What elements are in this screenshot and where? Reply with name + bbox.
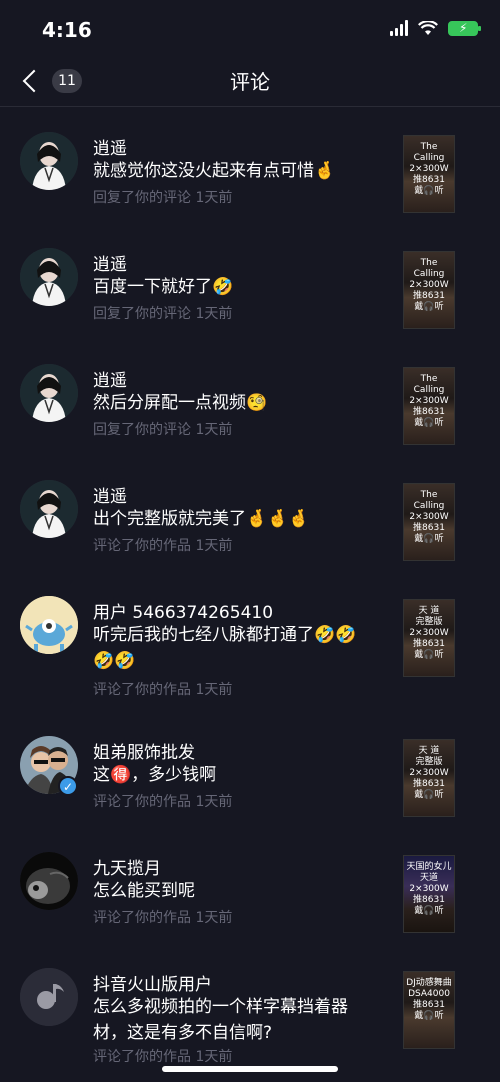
- thumb-line: 2×300W: [409, 512, 449, 522]
- signal-icon: [390, 20, 408, 36]
- list-item[interactable]: 九天揽月 怎么能买到呢 评论了你的作品 1天前 天国的女儿 天道 2×300W …: [0, 827, 500, 943]
- user-name[interactable]: 逍遥: [93, 366, 127, 391]
- status-icons: ⚡: [390, 20, 481, 36]
- home-indicator[interactable]: [162, 1066, 338, 1072]
- comment-meta: 评论了你的作品 1天前: [93, 910, 233, 926]
- video-thumbnail[interactable]: The Calling 2×300W 推8631 戴🎧听: [403, 367, 455, 445]
- thumb-line: 2×300W: [409, 280, 449, 290]
- comment-meta: 评论了你的作品 1天前: [93, 682, 233, 698]
- thumb-line: The Calling: [413, 374, 445, 395]
- thumb-line: 戴🎧听: [414, 534, 444, 544]
- thumb-line: 推8631: [413, 895, 445, 905]
- comment-text: 然后分屏配一点视频🧐: [93, 393, 268, 413]
- thumb-line: 推8631: [413, 639, 445, 649]
- avatar[interactable]: [20, 596, 78, 654]
- thumb-line: 戴🎧听: [414, 1011, 444, 1021]
- default-avatar-icon: [20, 968, 78, 1026]
- comment-text: 怎么能买到呢: [93, 881, 195, 901]
- video-thumbnail[interactable]: 天 道 完整版 2×300W 推8631 戴🎧听: [403, 599, 455, 677]
- user-name[interactable]: 九天揽月: [93, 854, 161, 879]
- avatar-image: [20, 852, 78, 910]
- comment-text: 这🉐，多少钱啊: [93, 765, 217, 785]
- avatar-image: [20, 364, 78, 422]
- verified-badge-icon: ✓: [58, 776, 78, 796]
- status-bar: 4:16 ⚡: [0, 0, 500, 60]
- thumb-line: 天 道: [418, 746, 440, 756]
- avatar-image: [20, 248, 78, 306]
- thumb-line: 2×300W: [409, 628, 449, 638]
- thumb-line: 推8631: [413, 175, 445, 185]
- thumb-line: 戴🎧听: [414, 418, 444, 428]
- comment-meta: 回复了你的评论 1天前: [93, 190, 233, 206]
- thumb-line: 2×300W: [409, 884, 449, 894]
- video-thumbnail[interactable]: 天国的女儿 天道 2×300W 推8631 戴🎧听: [403, 855, 455, 933]
- thumb-line: 戴🎧听: [414, 650, 444, 660]
- comment-text: 听完后我的七经八脉都打通了🤣🤣🤣🤣: [93, 625, 357, 671]
- thumb-line: The Calling: [413, 142, 445, 163]
- thumb-line: DSA4000: [408, 989, 450, 999]
- comment-text: 怎么多视频拍的一个样字幕挡着器材，这是有多不自信啊?: [93, 997, 348, 1043]
- list-item[interactable]: 逍遥 百度一下就好了🤣 回复了你的评论 1天前 The Calling 2×30…: [0, 223, 500, 339]
- video-thumbnail[interactable]: The Calling 2×300W 推8631 戴🎧听: [403, 135, 455, 213]
- thumb-line: 戴🎧听: [414, 906, 444, 916]
- avatar[interactable]: [20, 852, 78, 910]
- list-item[interactable]: 逍遥 出个完整版就完美了🤞🤞🤞 评论了你的作品 1天前 The Calling …: [0, 455, 500, 571]
- avatar-image: [20, 596, 78, 654]
- comment-meta: 回复了你的评论 1天前: [93, 306, 233, 322]
- list-item[interactable]: 用户 5466374265410 听完后我的七经八脉都打通了🤣🤣🤣🤣 评论了你的…: [0, 571, 500, 711]
- thumb-line: 戴🎧听: [414, 186, 444, 196]
- avatar-image: [20, 132, 78, 190]
- list-item[interactable]: 抖音火山版用户 怎么多视频拍的一个样字幕挡着器材，这是有多不自信啊? 评论了你的…: [0, 943, 500, 1073]
- thumb-line: 天 道: [418, 606, 440, 616]
- comment-meta: 回复了你的评论 1天前: [93, 422, 233, 438]
- comment-meta: 评论了你的作品 1天前: [93, 794, 233, 810]
- thumb-line: 推8631: [413, 779, 445, 789]
- thumb-line: 推8631: [413, 523, 445, 533]
- thumb-line: 戴🎧听: [414, 302, 444, 312]
- user-name[interactable]: 逍遥: [93, 482, 127, 507]
- thumb-line: 戴🎧听: [414, 790, 444, 800]
- video-thumbnail[interactable]: The Calling 2×300W 推8631 戴🎧听: [403, 251, 455, 329]
- comment-text: 就感觉你这没火起来有点可惜🤞: [93, 161, 336, 181]
- comment-meta: 评论了你的作品 1天前: [93, 1049, 233, 1065]
- thumb-line: 天国的女儿: [406, 862, 452, 872]
- comment-text: 出个完整版就完美了🤞🤞🤞: [93, 509, 310, 529]
- wifi-icon: [418, 20, 438, 35]
- thumb-line: DJ动感舞曲: [406, 978, 452, 988]
- thumb-line: 完整版: [415, 617, 443, 627]
- video-thumbnail[interactable]: DJ动感舞曲 DSA4000 推8631 戴🎧听: [403, 971, 455, 1049]
- user-name[interactable]: 逍遥: [93, 134, 127, 159]
- avatar[interactable]: [20, 480, 78, 538]
- user-name[interactable]: 姐弟服饰批发: [93, 738, 195, 763]
- thumb-line: 推8631: [413, 407, 445, 417]
- status-time: 4:16: [42, 18, 92, 42]
- comment-text: 百度一下就好了🤣: [93, 277, 234, 297]
- thumb-line: The Calling: [413, 490, 445, 511]
- thumb-line: The Calling: [413, 258, 445, 279]
- comment-meta: 评论了你的作品 1天前: [93, 538, 233, 554]
- list-item[interactable]: 逍遥 然后分屏配一点视频🧐 回复了你的评论 1天前 The Calling 2×…: [0, 339, 500, 455]
- list-item[interactable]: 逍遥 就感觉你这没火起来有点可惜🤞 回复了你的评论 1天前 The Callin…: [0, 107, 500, 223]
- thumb-line: 2×300W: [409, 164, 449, 174]
- thumb-line: 2×300W: [409, 396, 449, 406]
- nav-bar: 11 评论: [0, 56, 500, 107]
- avatar-image: [20, 480, 78, 538]
- thumb-line: 天道: [419, 873, 438, 883]
- avatar[interactable]: [20, 132, 78, 190]
- thumb-line: 推8631: [413, 291, 445, 301]
- battery-icon: ⚡: [448, 20, 481, 36]
- thumb-line: 2×300W: [409, 768, 449, 778]
- list-item[interactable]: ✓ 姐弟服饰批发 这🉐，多少钱啊 评论了你的作品 1天前 天 道 完整版 2×3…: [0, 711, 500, 827]
- page-title: 评论: [230, 70, 270, 94]
- thumb-line: 完整版: [415, 757, 443, 767]
- video-thumbnail[interactable]: 天 道 完整版 2×300W 推8631 戴🎧听: [403, 739, 455, 817]
- user-name[interactable]: 逍遥: [93, 250, 127, 275]
- user-name[interactable]: 抖音火山版用户: [93, 970, 212, 995]
- avatar[interactable]: [20, 248, 78, 306]
- thumb-line: 推8631: [413, 1000, 445, 1010]
- user-name[interactable]: 用户 5466374265410: [93, 598, 273, 623]
- video-thumbnail[interactable]: The Calling 2×300W 推8631 戴🎧听: [403, 483, 455, 561]
- avatar[interactable]: [20, 364, 78, 422]
- avatar[interactable]: [20, 968, 78, 1026]
